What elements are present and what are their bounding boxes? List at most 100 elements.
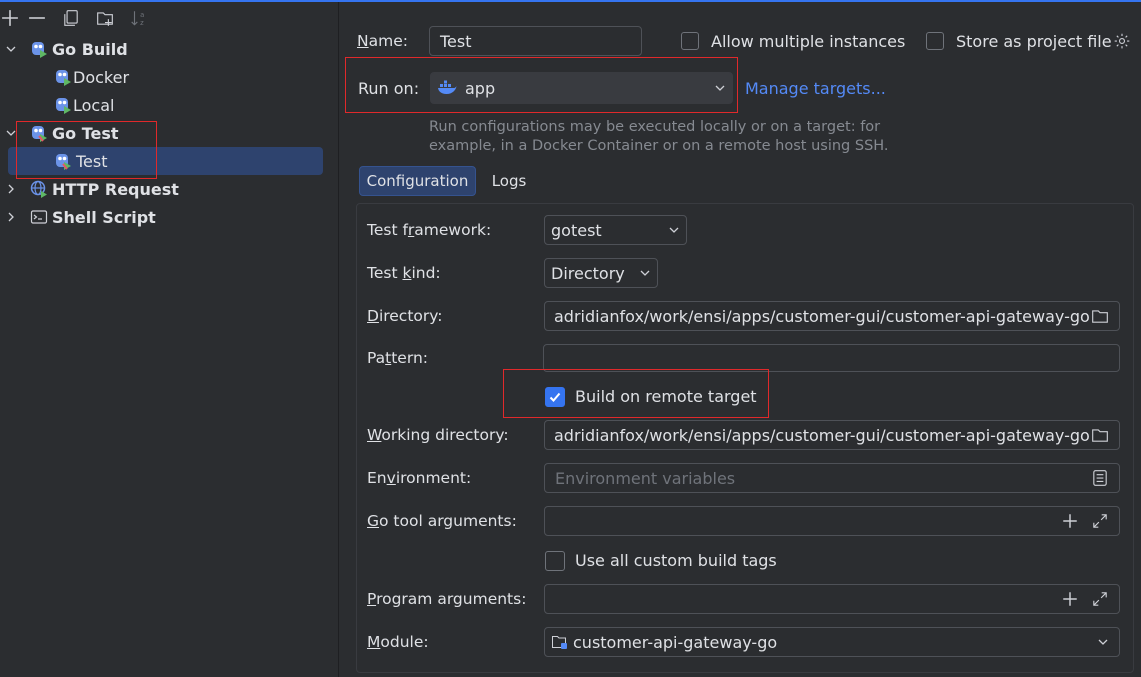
tree-item-label: HTTP Request [52,179,179,199]
manage-targets-link[interactable]: Manage targets... [745,79,886,98]
go-build-icon [32,42,47,58]
remove-icon[interactable] [20,6,54,30]
name-input[interactable]: Test [429,26,642,56]
label-text: Pa [367,349,386,367]
label-text: amework: [414,221,492,239]
go-test-icon [56,154,71,170]
mnemonic-char: N [357,32,369,50]
tab-configuration[interactable]: Configuration [359,166,476,196]
module-label: Module: [367,633,429,651]
label-text: Test [367,264,403,282]
svg-text:a: a [140,11,144,19]
chevron-down-icon [715,85,725,91]
tree-item-label: Shell Script [52,207,156,227]
chevron-down-icon [669,227,679,233]
tree-item-http-request[interactable]: HTTP Request [4,175,179,203]
environment-input[interactable]: Environment variables [544,463,1120,493]
chevron-down-icon[interactable] [4,42,18,56]
label-text: tern: [391,349,428,367]
test-kind-label: Test kind: [367,264,441,282]
label-text: Test f [367,221,408,239]
hint-line: Run configurations may be executed local… [429,119,881,135]
chevron-right-icon[interactable] [4,182,18,196]
docker-icon [438,80,457,94]
pattern-input[interactable] [543,344,1120,372]
sort-icon[interactable]: az [122,6,156,30]
go-tool-arguments-input[interactable] [544,506,1120,536]
expand-icon[interactable] [1090,511,1110,531]
tree-item-label: Local [73,95,115,115]
directory-label: Directory: [367,307,443,325]
environment-label: Environment: [367,469,471,487]
mnemonic-char: D [367,307,379,325]
working-directory-value: adridianfox/work/ensi/apps/customer-gui/… [554,425,1090,445]
go-test-icon [32,126,47,142]
chevron-down-icon[interactable] [4,126,18,140]
directory-value: adridianfox/work/ensi/apps/customer-gui/… [554,306,1090,326]
working-directory-input[interactable]: adridianfox/work/ensi/apps/customer-gui/… [544,420,1120,450]
mnemonic-char: W [367,426,382,444]
run-on-label: Run on: [358,79,420,98]
label-text: orking directory: [381,426,509,444]
use-all-custom-build-tags-checkbox[interactable] [545,551,565,571]
tree-item-test[interactable]: Test [54,147,108,175]
tree-item-shell-script[interactable]: Shell Script [4,203,156,231]
pattern-label: Pattern: [367,349,428,367]
directory-input[interactable]: adridianfox/work/ensi/apps/customer-gui/… [544,301,1120,331]
store-as-project-checkbox[interactable] [926,32,944,50]
tree-item-go-build[interactable]: Go Build [4,35,128,63]
label-text: En [367,469,387,487]
add-icon[interactable] [1060,589,1080,609]
label-text: ind: [411,264,441,282]
tree-item-local[interactable]: Local [54,91,114,119]
build-on-remote-checkbox[interactable] [545,387,565,407]
name-label: Name: [357,32,408,50]
mnemonic-char: M [367,633,381,651]
copy-icon[interactable] [54,6,88,30]
add-icon[interactable] [1060,511,1080,531]
globe-icon [30,180,47,198]
folder-icon[interactable] [1090,425,1110,445]
new-folder-icon[interactable] [88,6,122,30]
chevron-down-icon [640,270,650,276]
add-icon[interactable] [0,6,20,30]
go-build-icon [56,70,71,86]
run-on-value: app [465,78,496,98]
test-kind-value: Directory [551,263,625,283]
mnemonic-char: v [386,469,396,487]
mnemonic-char: P [367,590,377,608]
expand-icon[interactable] [1090,589,1110,609]
test-framework-label: Test framework: [367,221,491,239]
test-framework-value: gotest [551,220,602,240]
label-text: rogram arguments: [376,590,527,608]
gear-icon[interactable] [1112,31,1132,51]
module-select[interactable]: customer-api-gateway-go [544,627,1120,657]
document-list-icon[interactable] [1090,468,1110,488]
tree-item-go-test[interactable]: Go Test [4,119,119,147]
terminal-icon [30,210,48,224]
allow-multiple-checkbox[interactable] [681,32,699,50]
label-text: o tool arguments: [379,512,517,530]
run-on-select[interactable]: app [430,72,733,104]
mnemonic-char: G [367,512,380,530]
use-all-custom-build-tags-label: Use all custom build tags [575,551,777,570]
run-on-hint: Run configurations may be executed local… [429,118,889,156]
svg-text:z: z [140,19,144,27]
go-tool-arguments-label: Go tool arguments: [367,512,517,530]
name-value: Test [440,31,472,51]
tree-item-label: Go Build [52,39,128,59]
folder-icon[interactable] [1090,306,1110,326]
module-value: customer-api-gateway-go [573,632,778,652]
hint-line: example, in a Docker Container or on a r… [429,138,889,154]
tree-toolbar: az [0,6,156,30]
label-text: irectory: [378,307,443,325]
tab-logs[interactable]: Logs [482,166,536,196]
test-framework-select[interactable]: gotest [544,215,687,245]
environment-placeholder: Environment variables [555,468,736,488]
test-kind-select[interactable]: Directory [544,258,658,288]
tree-item-docker[interactable]: Docker [54,63,129,91]
label-text: ironment: [395,469,472,487]
configurations-tree-panel: az Go Build Docker Local Go Test Test HT… [0,2,339,677]
chevron-right-icon[interactable] [4,210,18,224]
program-arguments-input[interactable] [544,584,1120,614]
